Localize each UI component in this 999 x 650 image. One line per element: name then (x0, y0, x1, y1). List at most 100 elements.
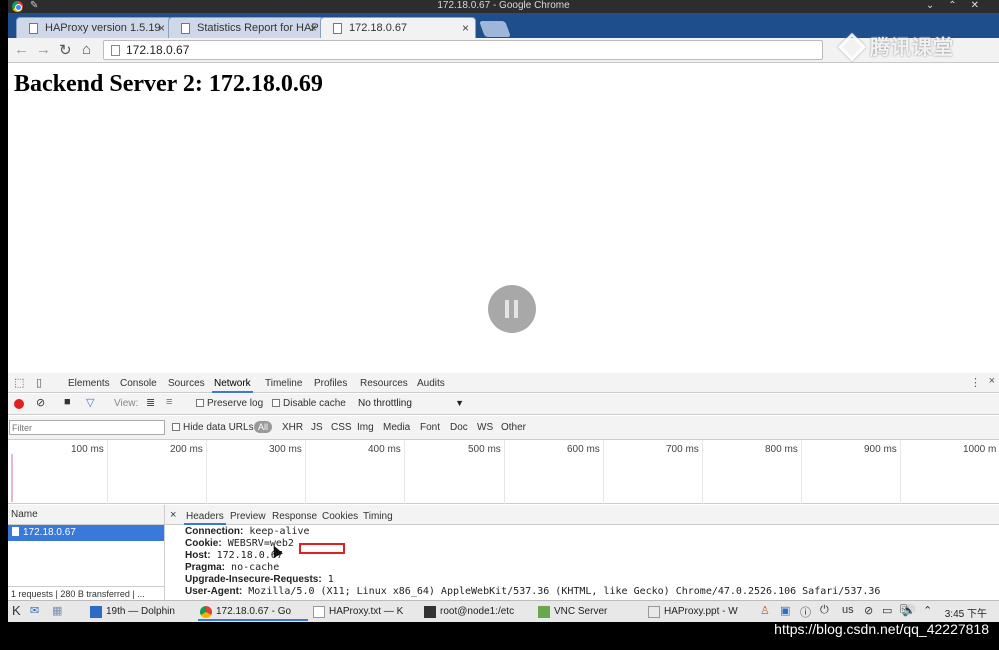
filter-icon[interactable]: ▽ (86, 396, 94, 409)
filter-xhr[interactable]: XHR (282, 422, 303, 433)
request-row[interactable]: 172.18.0.67 (8, 525, 164, 541)
filter-input[interactable] (9, 420, 165, 435)
task-dolphin[interactable]: 19th — Dolphin (88, 604, 196, 621)
close-icon[interactable]: × (462, 21, 469, 35)
new-tab-button[interactable] (479, 21, 511, 37)
network-timeline-overview[interactable]: 100 ms 200 ms 300 ms 400 ms 500 ms 600 ms 700 … (8, 440, 999, 504)
folder-icon (90, 606, 102, 618)
pager-icon[interactable]: ▦ (52, 604, 62, 617)
page-icon (333, 23, 342, 34)
tab-statistics-report[interactable]: Statistics Report for HAP × (168, 17, 324, 38)
close-icon[interactable]: × (310, 21, 317, 35)
tab-console[interactable]: Console (120, 378, 157, 389)
timeline-tick-label: 700 ms (666, 444, 699, 455)
filter-doc[interactable]: Doc (450, 422, 468, 433)
request-list: Name 172.18.0.67 1 requests | 280 B tran… (8, 505, 165, 600)
tab-response[interactable]: Response (272, 511, 317, 522)
timeline-tick (603, 440, 604, 504)
task-terminal[interactable]: root@node1:/etc (422, 604, 534, 621)
filter-other[interactable]: Other (501, 422, 526, 433)
tab-timeline[interactable]: Timeline (265, 378, 302, 389)
filter-all-pill[interactable]: All (254, 421, 273, 433)
network-icon[interactable]: ⊘ (864, 604, 873, 617)
task-ppt[interactable]: HAProxy.ppt - W (646, 604, 754, 621)
inspect-icon[interactable]: ⬚ (14, 376, 24, 389)
preserve-log-checkbox[interactable]: Preserve log (196, 398, 263, 409)
user-icon[interactable]: ♙ (760, 604, 770, 617)
clock[interactable]: 3:45 下午 (945, 605, 987, 620)
tab-network[interactable]: Network (212, 378, 253, 393)
record-icon[interactable] (14, 399, 24, 409)
devtools-panel: ⬚ ▯ Elements Console Sources Network Tim… (8, 373, 999, 600)
header-value: 1 (327, 574, 334, 585)
name-column-header[interactable]: Name (8, 505, 164, 525)
tab-timing[interactable]: Timing (363, 511, 393, 522)
throttling-value: No throttling (358, 398, 412, 409)
tab-audits[interactable]: Audits (417, 378, 445, 389)
timeline-tick-label: 400 ms (368, 444, 401, 455)
task-label: VNC Server (554, 606, 608, 617)
tab-haproxy-version[interactable]: HAProxy version 1.5.19 × (16, 17, 172, 38)
kde-menu-icon[interactable]: K (12, 603, 21, 618)
address-bar[interactable]: 172.18.0.67 (103, 40, 823, 60)
reload-icon[interactable]: ↻ (59, 41, 72, 59)
info-icon[interactable]: ⓘ (800, 604, 811, 620)
clear-icon[interactable]: ⊘ (36, 396, 45, 409)
close-icon[interactable]: × (158, 21, 165, 35)
close-icon[interactable]: × (170, 509, 176, 521)
throttling-select[interactable]: No throttling ▼ (354, 396, 466, 412)
filter-js[interactable]: JS (311, 422, 323, 433)
filter-media[interactable]: Media (383, 422, 410, 433)
tab-headers[interactable]: Headers (184, 511, 226, 525)
address-url: 172.18.0.67 (126, 43, 190, 57)
device-mode-icon[interactable]: ▯ (36, 376, 42, 389)
tab-profiles[interactable]: Profiles (314, 378, 347, 389)
timeline-tick-label: 500 ms (468, 444, 501, 455)
task-label: HAProxy.ppt - W (664, 606, 738, 617)
timeline-tick-label: 900 ms (864, 444, 897, 455)
filter-font[interactable]: Font (420, 422, 440, 433)
hide-data-urls-checkbox[interactable]: Hide data URLs (172, 422, 254, 433)
left-border (0, 0, 8, 650)
filter-ws[interactable]: WS (477, 422, 493, 433)
home-icon[interactable]: ⌂ (82, 41, 91, 58)
display-icon[interactable]: ▭ (882, 604, 892, 617)
chevron-up-icon[interactable]: ⌃ (923, 604, 932, 617)
tab-sources[interactable]: Sources (168, 378, 205, 389)
notes-icon[interactable]: ▣ (780, 604, 790, 617)
task-vnc[interactable]: VNC Server (536, 604, 644, 621)
close-icon[interactable]: × (989, 375, 995, 387)
task-label: HAProxy.txt — K (329, 606, 404, 617)
back-icon[interactable]: ← (14, 41, 29, 58)
footer-watermark-url: https://blog.csdn.net/qq_42227818 (774, 621, 989, 637)
waterfall-view-icon[interactable]: ≡ (166, 396, 172, 408)
tab-label: 172.18.0.67 (349, 22, 408, 34)
mail-icon[interactable]: ✉ (30, 604, 39, 617)
view-label: View: (114, 398, 139, 409)
list-view-icon[interactable]: ≣ (146, 396, 155, 409)
tab-elements[interactable]: Elements (68, 378, 110, 389)
timeline-tick (404, 440, 405, 504)
power-icon[interactable]: ⏻ (820, 604, 829, 617)
tab-resources[interactable]: Resources (360, 378, 408, 389)
task-kate[interactable]: HAProxy.txt — K (311, 604, 419, 621)
tab-preview[interactable]: Preview (230, 511, 266, 522)
hide-data-urls-label: Hide data URLs (183, 422, 254, 433)
camera-icon[interactable]: ■ (64, 396, 71, 408)
keyboard-layout-label[interactable]: us (842, 604, 854, 616)
tab-cookies[interactable]: Cookies (322, 511, 358, 522)
tab-active-page[interactable]: 172.18.0.67 × (320, 17, 476, 38)
timeline-tick (900, 440, 901, 504)
filter-css[interactable]: CSS (331, 422, 352, 433)
volume-icon[interactable]: 🔊 (902, 604, 916, 617)
disable-cache-checkbox[interactable]: Disable cache (272, 398, 346, 409)
more-menu-icon[interactable]: ⋮ (970, 376, 981, 389)
filter-img[interactable]: Img (357, 422, 374, 433)
window-controls[interactable]: ⌄⌃✕ (926, 0, 993, 11)
timeline-tick-label: 100 ms (71, 444, 104, 455)
pause-icon[interactable] (488, 285, 536, 333)
highlight-box (299, 543, 345, 554)
forward-icon[interactable]: → (36, 41, 51, 58)
header-value: Mozilla/5.0 (X11; Linux x86_64) AppleWeb… (248, 586, 881, 597)
task-chrome[interactable]: 172.18.0.67 - Go (198, 604, 308, 621)
